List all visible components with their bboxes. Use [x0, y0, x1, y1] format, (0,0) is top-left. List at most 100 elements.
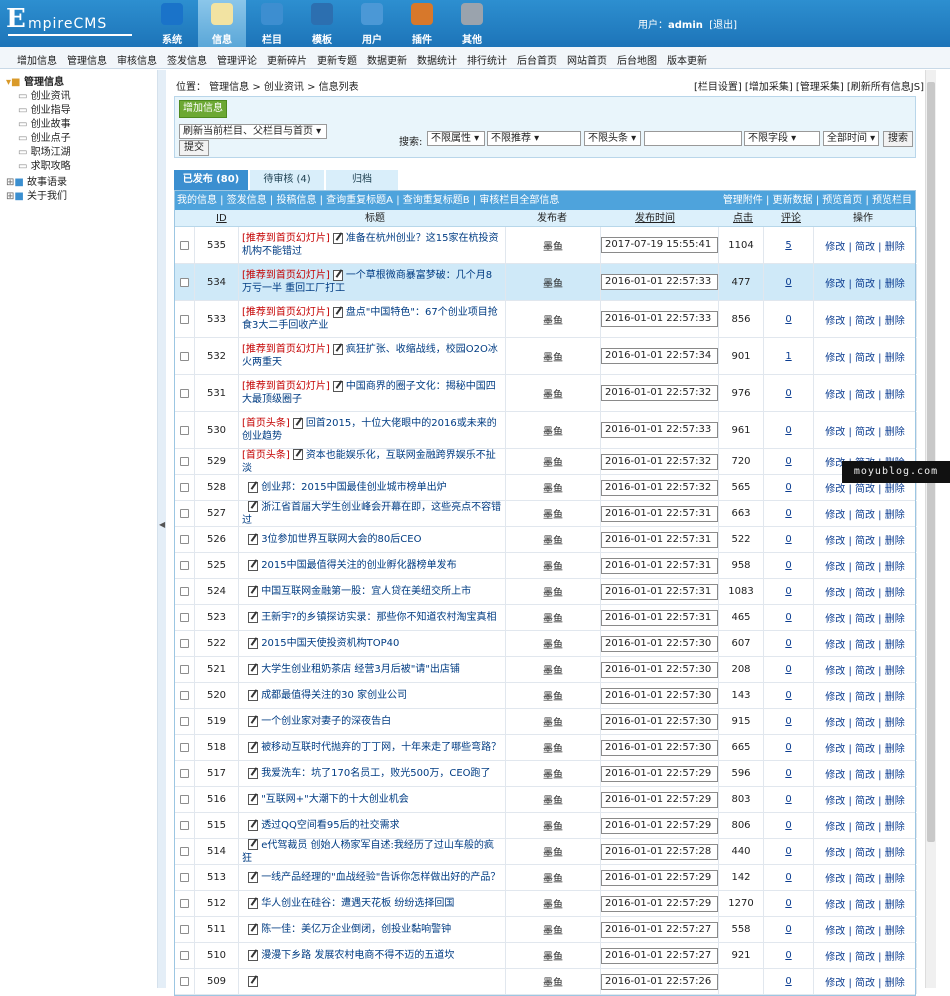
- subnav-item[interactable]: 版本更新: [662, 47, 712, 68]
- row-time-input[interactable]: 2016-01-01 22:57:30: [601, 687, 718, 704]
- row-ops[interactable]: 修改 | 简改 | 删除: [825, 386, 904, 401]
- row-ops[interactable]: 修改 | 简改 | 删除: [825, 423, 904, 438]
- headline-select[interactable]: 不限头条 ▾: [584, 131, 641, 146]
- row-comments-link[interactable]: 0: [785, 898, 791, 909]
- row-checkbox[interactable]: [180, 509, 189, 518]
- row-title-link[interactable]: 成都最值得关注的30 家创业公司: [261, 690, 407, 701]
- edit-icon[interactable]: [248, 767, 259, 779]
- username[interactable]: admin: [668, 20, 703, 31]
- tree-folder[interactable]: ⊞■ 故事语录: [6, 176, 67, 190]
- row-time-input[interactable]: 2016-01-01 22:57:32: [601, 453, 718, 470]
- add-info-button[interactable]: 增加信息: [179, 100, 227, 118]
- row-ops[interactable]: 修改 | 简改 | 删除: [825, 740, 904, 755]
- row-ops[interactable]: 修改 | 简改 | 删除: [825, 532, 904, 547]
- edit-icon[interactable]: [248, 975, 259, 987]
- row-checkbox[interactable]: [180, 665, 189, 674]
- subnav-item[interactable]: 网站首页: [562, 47, 612, 68]
- row-ops[interactable]: 修改 | 简改 | 删除: [825, 870, 904, 885]
- row-ops[interactable]: 修改 | 简改 | 删除: [825, 275, 904, 290]
- row-checkbox[interactable]: [180, 899, 189, 908]
- row-ops[interactable]: 修改 | 简改 | 删除: [825, 610, 904, 625]
- edit-icon[interactable]: [332, 343, 343, 355]
- row-ops[interactable]: 修改 | 简改 | 删除: [825, 714, 904, 729]
- row-time-input[interactable]: 2016-01-01 22:57:31: [601, 609, 718, 626]
- row-ops[interactable]: 修改 | 简改 | 删除: [825, 238, 904, 253]
- recommend-select[interactable]: 不限推荐 ▾: [487, 131, 581, 146]
- nav-item-5[interactable]: 插件: [398, 0, 446, 47]
- tree-item[interactable]: ▭ 创业指导: [18, 104, 71, 118]
- row-time-input[interactable]: 2016-01-01 22:57:33: [601, 311, 718, 327]
- toolbar-left-links[interactable]: 我的信息 | 签发信息 | 投稿信息 | 查询重复标题A | 查询重复标题B |…: [177, 191, 559, 210]
- nav-item-2[interactable]: 栏目: [248, 0, 296, 47]
- time-select[interactable]: 全部时间 ▾: [823, 131, 879, 146]
- row-checkbox[interactable]: [180, 951, 189, 960]
- row-checkbox[interactable]: [180, 314, 189, 324]
- row-title-link[interactable]: 透过QQ空间看95后的社交需求: [261, 820, 399, 831]
- nav-item-0[interactable]: 系统: [148, 0, 196, 47]
- subnav-item[interactable]: 数据统计: [412, 47, 462, 68]
- row-comments-link[interactable]: 5: [785, 240, 791, 251]
- row-time-input[interactable]: 2016-01-01 22:57:28: [601, 843, 718, 860]
- row-title-link[interactable]: 3位参加世界互联网大会的80后CEO: [261, 534, 421, 545]
- row-time-input[interactable]: 2016-01-01 22:57:30: [601, 713, 718, 730]
- row-comments-link[interactable]: 0: [785, 976, 791, 987]
- tree-root[interactable]: ▾■ 管理信息: [6, 76, 64, 90]
- tree-item[interactable]: ▭ 职场江湖: [18, 146, 71, 160]
- row-checkbox[interactable]: [180, 821, 189, 830]
- row-time-input[interactable]: 2016-01-01 22:57:34: [601, 348, 718, 364]
- subnav-item[interactable]: 更新碎片: [262, 47, 312, 68]
- row-title-link[interactable]: 华人创业在硅谷：遭遇天花板 纷纷选择回国: [261, 898, 454, 909]
- row-title-link[interactable]: 被移动互联时代抛弃的丁丁网，十年来走了哪些弯路？: [261, 742, 501, 753]
- row-comments-link[interactable]: 0: [785, 846, 791, 857]
- subnav-item[interactable]: 管理评论: [212, 47, 262, 68]
- edit-icon[interactable]: [248, 481, 259, 493]
- row-ops[interactable]: 修改 | 简改 | 删除: [825, 636, 904, 651]
- row-time-input[interactable]: 2016-01-01 22:57:31: [601, 531, 718, 548]
- edit-icon[interactable]: [248, 637, 259, 649]
- row-ops[interactable]: 修改 | 简改 | 删除: [825, 349, 904, 364]
- row-time-input[interactable]: 2016-01-01 22:57:29: [601, 791, 718, 808]
- edit-icon[interactable]: [248, 839, 259, 850]
- row-comments-link[interactable]: 0: [785, 388, 791, 399]
- page-scrollbar[interactable]: [925, 70, 936, 988]
- row-time-input[interactable]: 2016-01-01 22:57:33: [601, 422, 718, 438]
- row-title-link[interactable]: 陈一佳：美亿万企业倒闭，创投业黏响警钟: [261, 924, 451, 935]
- row-checkbox[interactable]: [180, 388, 189, 398]
- row-comments-link[interactable]: 0: [785, 716, 791, 727]
- row-time-input[interactable]: 2016-01-01 22:57:33: [601, 274, 718, 290]
- row-ops[interactable]: 修改 | 简改 | 删除: [825, 792, 904, 807]
- top-links[interactable]: [栏目设置] [增加采集] [管理采集] [刷新所有信息JS]: [694, 78, 924, 93]
- edit-icon[interactable]: [248, 741, 259, 753]
- row-title-link[interactable]: "互联网+"大潮下的十大创业机会: [261, 794, 409, 805]
- refresh-select[interactable]: 刷新当前栏目、父栏目与首页 ▾: [179, 124, 327, 139]
- row-checkbox[interactable]: [180, 639, 189, 648]
- row-ops[interactable]: 修改 | 简改 | 删除: [825, 312, 904, 327]
- row-title-link[interactable]: 浙江省首届大学生创业峰会开幕在即，这些亮点不容错过: [242, 502, 501, 526]
- row-time-input[interactable]: 2016-01-01 22:57:27: [601, 921, 718, 938]
- row-time-input[interactable]: 2016-01-01 22:57:29: [601, 869, 718, 886]
- edit-icon[interactable]: [248, 533, 259, 545]
- row-comments-link[interactable]: 0: [785, 586, 791, 597]
- nav-item-3[interactable]: 模板: [298, 0, 346, 47]
- subnav-item[interactable]: 排行统计: [462, 47, 512, 68]
- row-ops[interactable]: 修改 | 简改 | 删除: [825, 922, 904, 937]
- subnav-item[interactable]: 更新专题: [312, 47, 362, 68]
- row-ops[interactable]: 修改 | 简改 | 删除: [825, 558, 904, 573]
- subnav-item[interactable]: 管理信息: [62, 47, 112, 68]
- edit-icon[interactable]: [292, 449, 303, 460]
- row-ops[interactable]: 修改 | 简改 | 删除: [825, 688, 904, 703]
- row-title-link[interactable]: 2015中国天使投资机构TOP40: [261, 638, 399, 649]
- field-select[interactable]: 不限字段 ▾: [744, 131, 820, 146]
- subnav-item[interactable]: 审核信息: [112, 47, 162, 68]
- tree-item[interactable]: ▭ 创业故事: [18, 118, 71, 132]
- row-time-input[interactable]: 2016-01-01 22:57:29: [601, 817, 718, 834]
- edit-icon[interactable]: [332, 306, 343, 318]
- row-comments-link[interactable]: 0: [785, 872, 791, 883]
- edit-icon[interactable]: [248, 663, 259, 675]
- row-checkbox[interactable]: [180, 561, 189, 570]
- subnav-item[interactable]: 数据更新: [362, 47, 412, 68]
- row-title-link[interactable]: 中国互联网金融第一股：宜人贷在美纽交所上市: [261, 586, 471, 597]
- collapse-arrow-icon[interactable]: ◀: [159, 520, 165, 529]
- row-time-input[interactable]: 2016-01-01 22:57:29: [601, 765, 718, 782]
- row-ops[interactable]: 修改 | 简改 | 删除: [825, 662, 904, 677]
